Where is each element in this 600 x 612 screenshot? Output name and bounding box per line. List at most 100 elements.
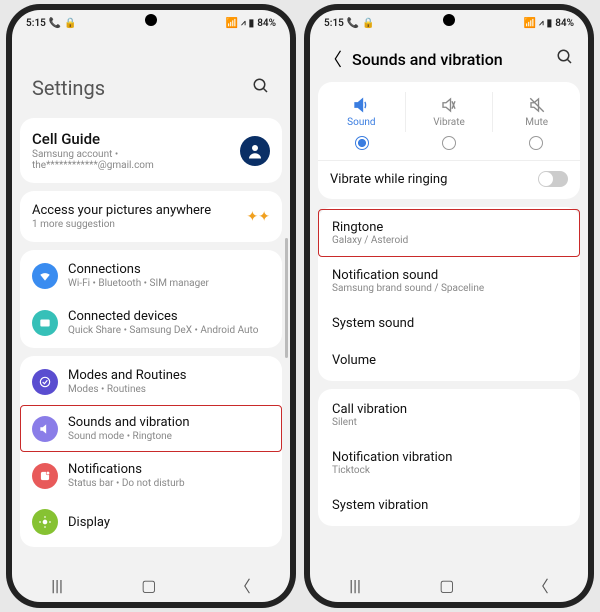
recents-button[interactable]: ||| <box>51 576 63 595</box>
row-system-vibration[interactable]: System vibration <box>318 487 580 524</box>
row-title: Notification sound <box>332 268 566 283</box>
row-title: System vibration <box>332 498 566 513</box>
search-icon[interactable] <box>556 48 574 70</box>
item-title: Modes and Routines <box>68 368 270 383</box>
tab-vibrate[interactable]: Vibrate <box>406 92 494 132</box>
sparkle-icon: ✦✦ <box>247 209 270 225</box>
sidebar-item-connections[interactable]: Connections Wi-Fi • Bluetooth • SIM mana… <box>20 252 282 299</box>
row-ringtone[interactable]: Ringtone Galaxy / Asteroid <box>318 209 580 257</box>
home-button[interactable]: ▢ <box>439 576 454 595</box>
tab-mute[interactable]: Mute <box>493 92 580 132</box>
phone-right: 5:15 📞 🔒 📶 ⩘ ▮ 84% 〈 Sounds and vibratio… <box>304 4 594 608</box>
clock: 5:15 <box>324 18 344 29</box>
recents-button[interactable]: ||| <box>349 576 361 595</box>
sidebar-item-display[interactable]: Display <box>20 499 282 545</box>
battery-text: 84% <box>555 18 574 29</box>
item-title: Sounds and vibration <box>68 415 270 430</box>
signal-icon: ▮ <box>249 18 255 29</box>
lock-icon: 🔒 <box>362 18 374 29</box>
wifi-icon <box>32 263 58 289</box>
row-sub: Silent <box>332 417 566 428</box>
row-volume[interactable]: Volume <box>318 342 580 379</box>
account-sub: Samsung account • the************@gmail.… <box>32 149 230 171</box>
back-button[interactable]: 〈 <box>235 573 251 597</box>
tab-label: Vibrate <box>433 117 465 128</box>
notifications-icon <box>32 463 58 489</box>
speaker-icon <box>352 96 370 114</box>
radio-mute[interactable] <box>529 136 543 150</box>
nav-bar: ||| ▢ 〈 <box>310 568 588 602</box>
row-title: Volume <box>332 353 566 368</box>
item-title: Connected devices <box>68 309 270 324</box>
header: 〈 Sounds and vibration <box>310 36 588 82</box>
sound-icon <box>32 416 58 442</box>
sounds-content: Sound Vibrate Mute <box>310 82 588 568</box>
back-button[interactable]: 〈 <box>533 573 549 597</box>
settings-list: Cell Guide Samsung account • the********… <box>12 118 290 568</box>
row-title: System sound <box>332 316 566 331</box>
account-name: Cell Guide <box>32 130 230 148</box>
volte-icon: ⩘ <box>539 18 544 28</box>
back-icon[interactable]: 〈 <box>324 46 342 72</box>
row-title: Ringtone <box>332 220 566 235</box>
account-row[interactable]: Cell Guide Samsung account • the********… <box>20 120 282 181</box>
display-icon <box>32 509 58 535</box>
item-sub: Status bar • Do not disturb <box>68 478 270 489</box>
tab-label: Sound <box>347 117 375 128</box>
toggle-vibrate-ringing[interactable] <box>538 171 568 187</box>
vibrate-icon <box>440 96 458 114</box>
row-title: Notification vibration <box>332 450 566 465</box>
devices-icon <box>32 310 58 336</box>
sidebar-item-modes[interactable]: Modes and Routines Modes • Routines <box>20 358 282 405</box>
vibrate-while-ringing-row[interactable]: Vibrate while ringing <box>318 161 580 197</box>
clock: 5:15 <box>26 18 46 29</box>
row-sub: Galaxy / Asteroid <box>332 235 566 246</box>
promo-row[interactable]: Access your pictures anywhere 1 more sug… <box>20 193 282 240</box>
row-sub: Ticktock <box>332 465 566 476</box>
row-sub: Samsung brand sound / Spaceline <box>332 283 566 294</box>
camera-cutout <box>145 14 157 26</box>
sidebar-item-notifications[interactable]: Notifications Status bar • Do not distur… <box>20 452 282 499</box>
radio-sound[interactable] <box>355 136 369 150</box>
item-sub: Wi-Fi • Bluetooth • SIM manager <box>68 278 270 289</box>
row-system-sound[interactable]: System sound <box>318 305 580 342</box>
tab-label: Mute <box>525 117 548 128</box>
sidebar-item-connected-devices[interactable]: Connected devices Quick Share • Samsung … <box>20 299 282 346</box>
page-title: Sounds and vibration <box>352 50 546 69</box>
lock-icon: 🔒 <box>64 18 76 29</box>
row-title: Vibrate while ringing <box>330 172 528 187</box>
home-button[interactable]: ▢ <box>141 576 156 595</box>
modes-icon <box>32 369 58 395</box>
radio-vibrate[interactable] <box>442 136 456 150</box>
wifi-icon: 📶 <box>226 18 238 29</box>
nav-bar: ||| ▢ 〈 <box>12 568 290 602</box>
item-sub: Modes • Routines <box>68 384 270 395</box>
item-sub: Sound mode • Ringtone <box>68 431 270 442</box>
search-icon[interactable] <box>252 77 270 99</box>
item-sub: Quick Share • Samsung DeX • Android Auto <box>68 325 270 336</box>
call-icon: 📞 <box>49 18 61 29</box>
call-icon: 📞 <box>347 18 359 29</box>
sound-mode-radios <box>318 136 580 160</box>
avatar[interactable] <box>240 136 270 166</box>
promo-title: Access your pictures anywhere <box>32 203 237 218</box>
item-title: Connections <box>68 262 270 277</box>
battery-text: 84% <box>257 18 276 29</box>
promo-sub: 1 more suggestion <box>32 219 237 230</box>
scrollbar[interactable] <box>285 238 288 438</box>
sidebar-item-sounds[interactable]: Sounds and vibration Sound mode • Ringto… <box>20 405 282 452</box>
mute-icon <box>528 96 546 114</box>
phone-left: 5:15 📞 🔒 📶 ⩘ ▮ 84% Settings <box>6 4 296 608</box>
signal-icon: ▮ <box>547 18 553 29</box>
sound-mode-tabs: Sound Vibrate Mute <box>318 84 580 136</box>
row-call-vibration[interactable]: Call vibration Silent <box>318 391 580 439</box>
item-title: Notifications <box>68 462 270 477</box>
tab-sound[interactable]: Sound <box>318 92 406 132</box>
row-notification-vibration[interactable]: Notification vibration Ticktock <box>318 439 580 487</box>
item-title: Display <box>68 515 270 530</box>
row-notification-sound[interactable]: Notification sound Samsung brand sound /… <box>318 257 580 305</box>
row-title: Call vibration <box>332 402 566 417</box>
wifi-icon: 📶 <box>524 18 536 29</box>
volte-icon: ⩘ <box>241 18 246 28</box>
page-title: Settings <box>32 76 105 100</box>
